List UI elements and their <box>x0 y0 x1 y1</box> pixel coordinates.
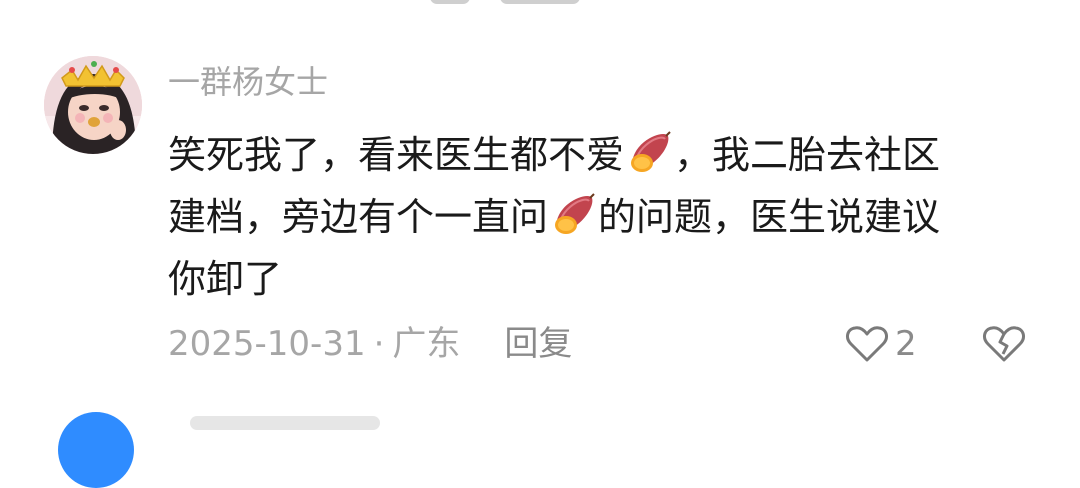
comment-location: 广东 <box>392 324 461 364</box>
avatar[interactable] <box>44 56 142 154</box>
comment-text-segment: 建档，旁边有个一直问 <box>168 195 549 239</box>
like-button[interactable]: 2 <box>845 322 917 366</box>
heart-icon <box>846 326 888 362</box>
avatar-image <box>44 56 142 154</box>
sweet-potato-icon <box>555 193 595 234</box>
comment-line: 笑死我了，看来医生都不爱 ，我二胎去社区 <box>168 124 1028 186</box>
comment-line: 建档，旁边有个一直问 的问题，医生说建议 <box>168 186 1028 248</box>
next-comment-username-stub <box>190 416 380 430</box>
comment-meta: 2025-10-31 · 广东 回复 <box>168 322 572 366</box>
sweet-potato-icon <box>631 131 671 172</box>
next-comment-avatar[interactable] <box>58 412 134 488</box>
reply-button[interactable]: 回复 <box>504 324 572 364</box>
comment-line: 你卸了 <box>168 257 283 301</box>
previous-comment-stub <box>0 0 1080 6</box>
comment-text-segment: 的问题，医生说建议 <box>598 195 941 239</box>
comment-date: 2025-10-31 <box>168 324 366 364</box>
username[interactable]: 一群杨女士 <box>168 62 328 102</box>
dislike-button[interactable] <box>982 322 1026 366</box>
meta-separator: · <box>373 324 385 364</box>
broken-heart-icon <box>983 326 1025 362</box>
comment-text: 笑死我了，看来医生都不爱 ，我二胎去社区 建档，旁边有个一直问 的问题，医生说建… <box>168 124 1028 310</box>
comment-text-segment: 笑死我了，看来医生都不爱 <box>168 133 625 177</box>
like-count: 2 <box>895 324 917 364</box>
comment-text-segment: ，我二胎去社区 <box>674 133 941 177</box>
